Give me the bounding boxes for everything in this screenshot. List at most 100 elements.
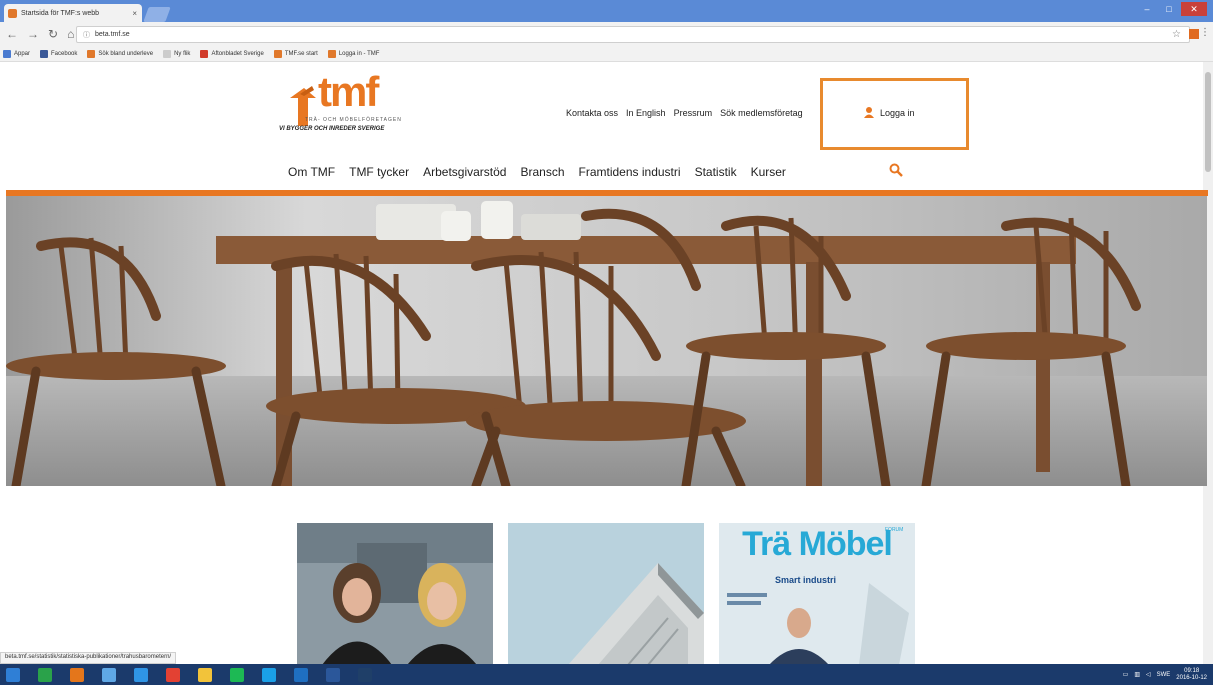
word-icon (326, 667, 340, 682)
util-link-member-search[interactable]: Sök medlemsföretag (720, 108, 803, 118)
nav-item-framtidens-industri[interactable]: Framtidens industri (579, 165, 681, 179)
bookmark-favicon-icon (273, 49, 282, 58)
status-bar-url: beta.tmf.se/statistik/statistiska-publik… (0, 652, 177, 664)
browser-menu-icon[interactable]: ⋮ (1200, 27, 1210, 38)
nav-item-kurser[interactable]: Kurser (751, 165, 786, 179)
browser-tab[interactable]: Startsida för TMF:s webb × (4, 4, 142, 22)
util-link-english[interactable]: In English (626, 108, 666, 118)
bookmark-item[interactable]: Appar (3, 49, 31, 58)
browser-titlebar (0, 0, 1213, 22)
tmf-favicon-icon (8, 8, 17, 18)
system-tray: ▭ ▥ ◁ SWE 09:18 2016-10-12 (1123, 664, 1207, 685)
files-icon (198, 667, 212, 682)
home-icon[interactable]: ⌂ (67, 27, 74, 41)
taskbar-files-button[interactable] (192, 664, 218, 685)
logo-tagline: VI BYGGER OCH INREDER SVERIGE (279, 126, 385, 132)
taskbar-outlook-button[interactable] (288, 664, 314, 685)
card-house-image[interactable] (508, 523, 704, 665)
bookmark-label: Aftonbladet Sverige (211, 50, 264, 57)
taskbar-chrome-alt-button[interactable] (96, 664, 122, 685)
photoshop-icon (358, 667, 372, 682)
annotation-highlight-box (820, 78, 969, 150)
nav-item-om-tmf[interactable]: Om TMF (288, 165, 335, 179)
taskbar-start-button[interactable] (0, 664, 26, 685)
bookmark-label: Appar (14, 50, 31, 57)
firefox-icon (70, 667, 84, 682)
taskbar-word-button[interactable] (320, 664, 346, 685)
logo-text[interactable]: tmf (318, 71, 379, 113)
clock-time: 09:18 (1184, 667, 1200, 674)
ie-icon (134, 667, 148, 682)
clock-date: 2016-10-12 (1176, 674, 1207, 681)
bookmark-favicon-icon (200, 49, 209, 58)
bookmark-item[interactable]: Logga in - TMF (327, 49, 380, 58)
magazine-forum-label: FORUM (885, 527, 904, 533)
taskbar-ie-button[interactable] (128, 664, 154, 685)
taskbar-photoshop-button[interactable] (352, 664, 378, 685)
extension-icon[interactable] (1189, 29, 1199, 39)
maximize-button[interactable]: □ (1159, 2, 1179, 16)
card-apprentices-image[interactable] (297, 523, 493, 665)
bookmark-favicon-icon (327, 49, 336, 58)
bookmark-favicon-icon (3, 49, 11, 58)
bookmark-label: Logga in - TMF (338, 50, 380, 57)
minimize-button[interactable]: – (1137, 2, 1157, 16)
bookmark-item[interactable]: TMF.se start (273, 49, 318, 58)
util-link-contact[interactable]: Kontakta oss (566, 108, 618, 118)
start-icon (6, 667, 20, 682)
nav-item-statistik[interactable]: Statistik (695, 165, 737, 179)
util-link-press[interactable]: Pressrum (674, 108, 713, 118)
hero-image (6, 196, 1207, 486)
network-icon[interactable]: ▥ (1134, 671, 1140, 678)
taskbar-skype-button[interactable] (256, 664, 282, 685)
bookmark-favicon-icon (163, 49, 172, 58)
language-indicator[interactable]: SWE (1157, 672, 1171, 678)
nav-item-tmf-tycker[interactable]: TMF tycker (349, 165, 409, 179)
bookmark-label: Ny flik (174, 50, 191, 57)
nav-buttons: ← → ↻ ⌂ (6, 27, 74, 41)
taskbar-store-button[interactable] (32, 664, 58, 685)
magazine-cover-photo (727, 583, 909, 665)
utility-nav: Kontakta oss In English Pressrum Sök med… (566, 108, 803, 118)
bookmark-star-icon[interactable]: ☆ (1172, 29, 1181, 40)
bookmark-label: Sök bland underleve (98, 50, 154, 57)
volume-icon[interactable]: ◁ (1146, 671, 1151, 678)
bookmark-item[interactable]: Aftonbladet Sverige (200, 49, 264, 58)
bookmark-label: Facebook (51, 50, 78, 57)
logo-subtitle: TRÄ- OCH MÖBELFÖRETAGEN (305, 117, 402, 123)
chrome-alt-icon (102, 667, 116, 682)
forward-arrow-icon[interactable]: → (27, 27, 39, 41)
tab-close-icon[interactable]: × (132, 9, 137, 18)
taskbar-apps (0, 664, 384, 685)
address-url: beta.tmf.se (95, 31, 130, 38)
scrollbar-thumb[interactable] (1205, 72, 1211, 172)
reload-icon[interactable]: ↻ (48, 27, 58, 41)
nav-item-bransch[interactable]: Bransch (520, 165, 564, 179)
bookmarks-bar: Appar Facebook Sök bland underleve Ny flik A… (0, 46, 1213, 62)
back-arrow-icon[interactable]: ← (6, 27, 18, 41)
bookmark-label: TMF.se start (284, 50, 318, 57)
taskbar-spotify-button[interactable] (224, 664, 250, 685)
bookmark-favicon-icon (87, 49, 96, 58)
store-icon (38, 667, 52, 682)
main-nav: Om TMF TMF tycker Arbetsgivarstöd Bransc… (288, 165, 786, 179)
taskbar-chrome-button[interactable] (160, 664, 186, 685)
close-window-button[interactable]: ✕ (1181, 2, 1207, 16)
taskbar-firefox-button[interactable] (64, 664, 90, 685)
chrome-icon (166, 667, 180, 682)
bookmark-item[interactable]: Facebook (40, 49, 78, 58)
spotify-icon (230, 667, 244, 682)
clock[interactable]: 09:18 2016-10-12 (1176, 668, 1207, 682)
skype-icon (262, 667, 276, 682)
window-controls: – □ ✕ (1137, 2, 1207, 16)
bookmark-item[interactable]: Sök bland underleve (87, 49, 154, 58)
bookmark-item[interactable]: Ny flik (163, 49, 191, 58)
address-bar[interactable]: ⓘ beta.tmf.se (76, 26, 1190, 43)
tab-title: Startsida för TMF:s webb (21, 9, 100, 17)
info-icon[interactable]: ⓘ (83, 30, 90, 40)
nav-item-arbetsgivarstod[interactable]: Arbetsgivarstöd (423, 165, 506, 179)
card-magazine[interactable]: Trä Möbel FORUM Smart industri (719, 523, 915, 665)
keyboard-icon[interactable]: ▭ (1123, 671, 1129, 678)
search-icon[interactable] (889, 163, 903, 177)
bookmark-favicon-icon (40, 49, 49, 58)
